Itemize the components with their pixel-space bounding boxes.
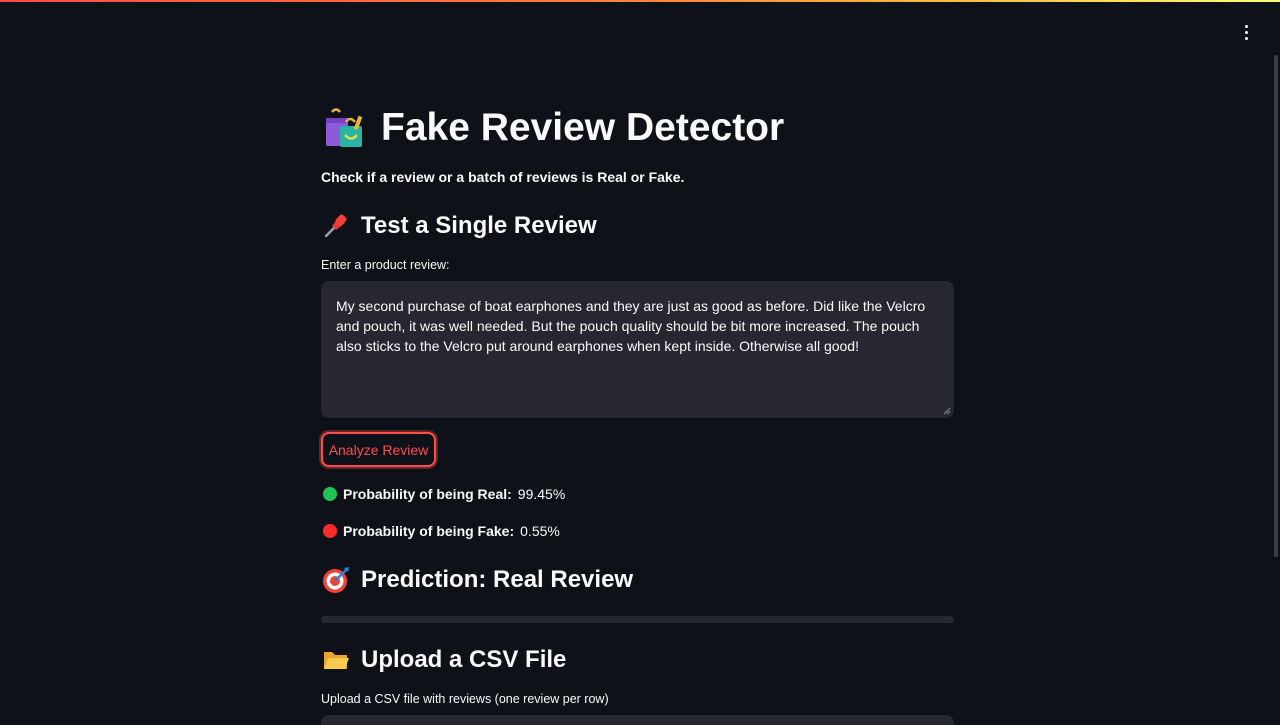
page-title-text: Fake Review Detector: [381, 106, 785, 149]
csv-upload-heading-text: Upload a CSV File: [361, 646, 567, 673]
fake-probability-label: Probability of being Fake:: [343, 523, 515, 539]
prediction-progress-bar: [321, 616, 954, 623]
review-textarea-value[interactable]: My second purchase of boat earphones and…: [336, 298, 925, 354]
real-probability: Probability of being Real: 99.45%: [323, 484, 565, 504]
red-circle-icon: [323, 524, 337, 538]
page-subtitle: Check if a review or a batch of reviews …: [321, 169, 685, 185]
prediction-heading: Prediction: Real Review: [321, 564, 633, 596]
review-input-label: Enter a product review:: [321, 258, 450, 272]
bullseye-icon: [321, 565, 351, 595]
open-folder-icon: [321, 645, 351, 675]
page-title: Fake Review Detector: [321, 104, 784, 152]
csv-file-uploader[interactable]: [321, 715, 954, 725]
page-scrollbar[interactable]: [1274, 55, 1278, 557]
analyze-review-button[interactable]: Analyze Review: [321, 432, 436, 467]
single-review-heading-text: Test a Single Review: [361, 212, 597, 239]
resize-grip-icon[interactable]: [943, 407, 951, 415]
csv-upload-heading: Upload a CSV File: [321, 644, 566, 676]
kebab-menu-icon: [1244, 24, 1248, 28]
pushpin-icon: [321, 211, 351, 241]
app-header-decoration: [0, 0, 1280, 2]
fake-probability: Probability of being Fake: 0.55%: [323, 521, 560, 541]
review-textarea[interactable]: My second purchase of boat earphones and…: [321, 281, 954, 418]
fake-probability-value: 0.55%: [520, 523, 560, 539]
real-probability-label: Probability of being Real:: [343, 486, 512, 502]
green-circle-icon: [323, 487, 337, 501]
shopping-bags-icon: [321, 105, 367, 151]
prediction-progress-fill: [321, 616, 954, 623]
single-review-heading: Test a Single Review: [321, 210, 597, 242]
csv-upload-label: Upload a CSV file with reviews (one revi…: [321, 692, 609, 706]
main-menu-button[interactable]: [1236, 22, 1256, 42]
prediction-text: Prediction: Real Review: [361, 566, 634, 593]
real-probability-value: 99.45%: [517, 486, 566, 502]
